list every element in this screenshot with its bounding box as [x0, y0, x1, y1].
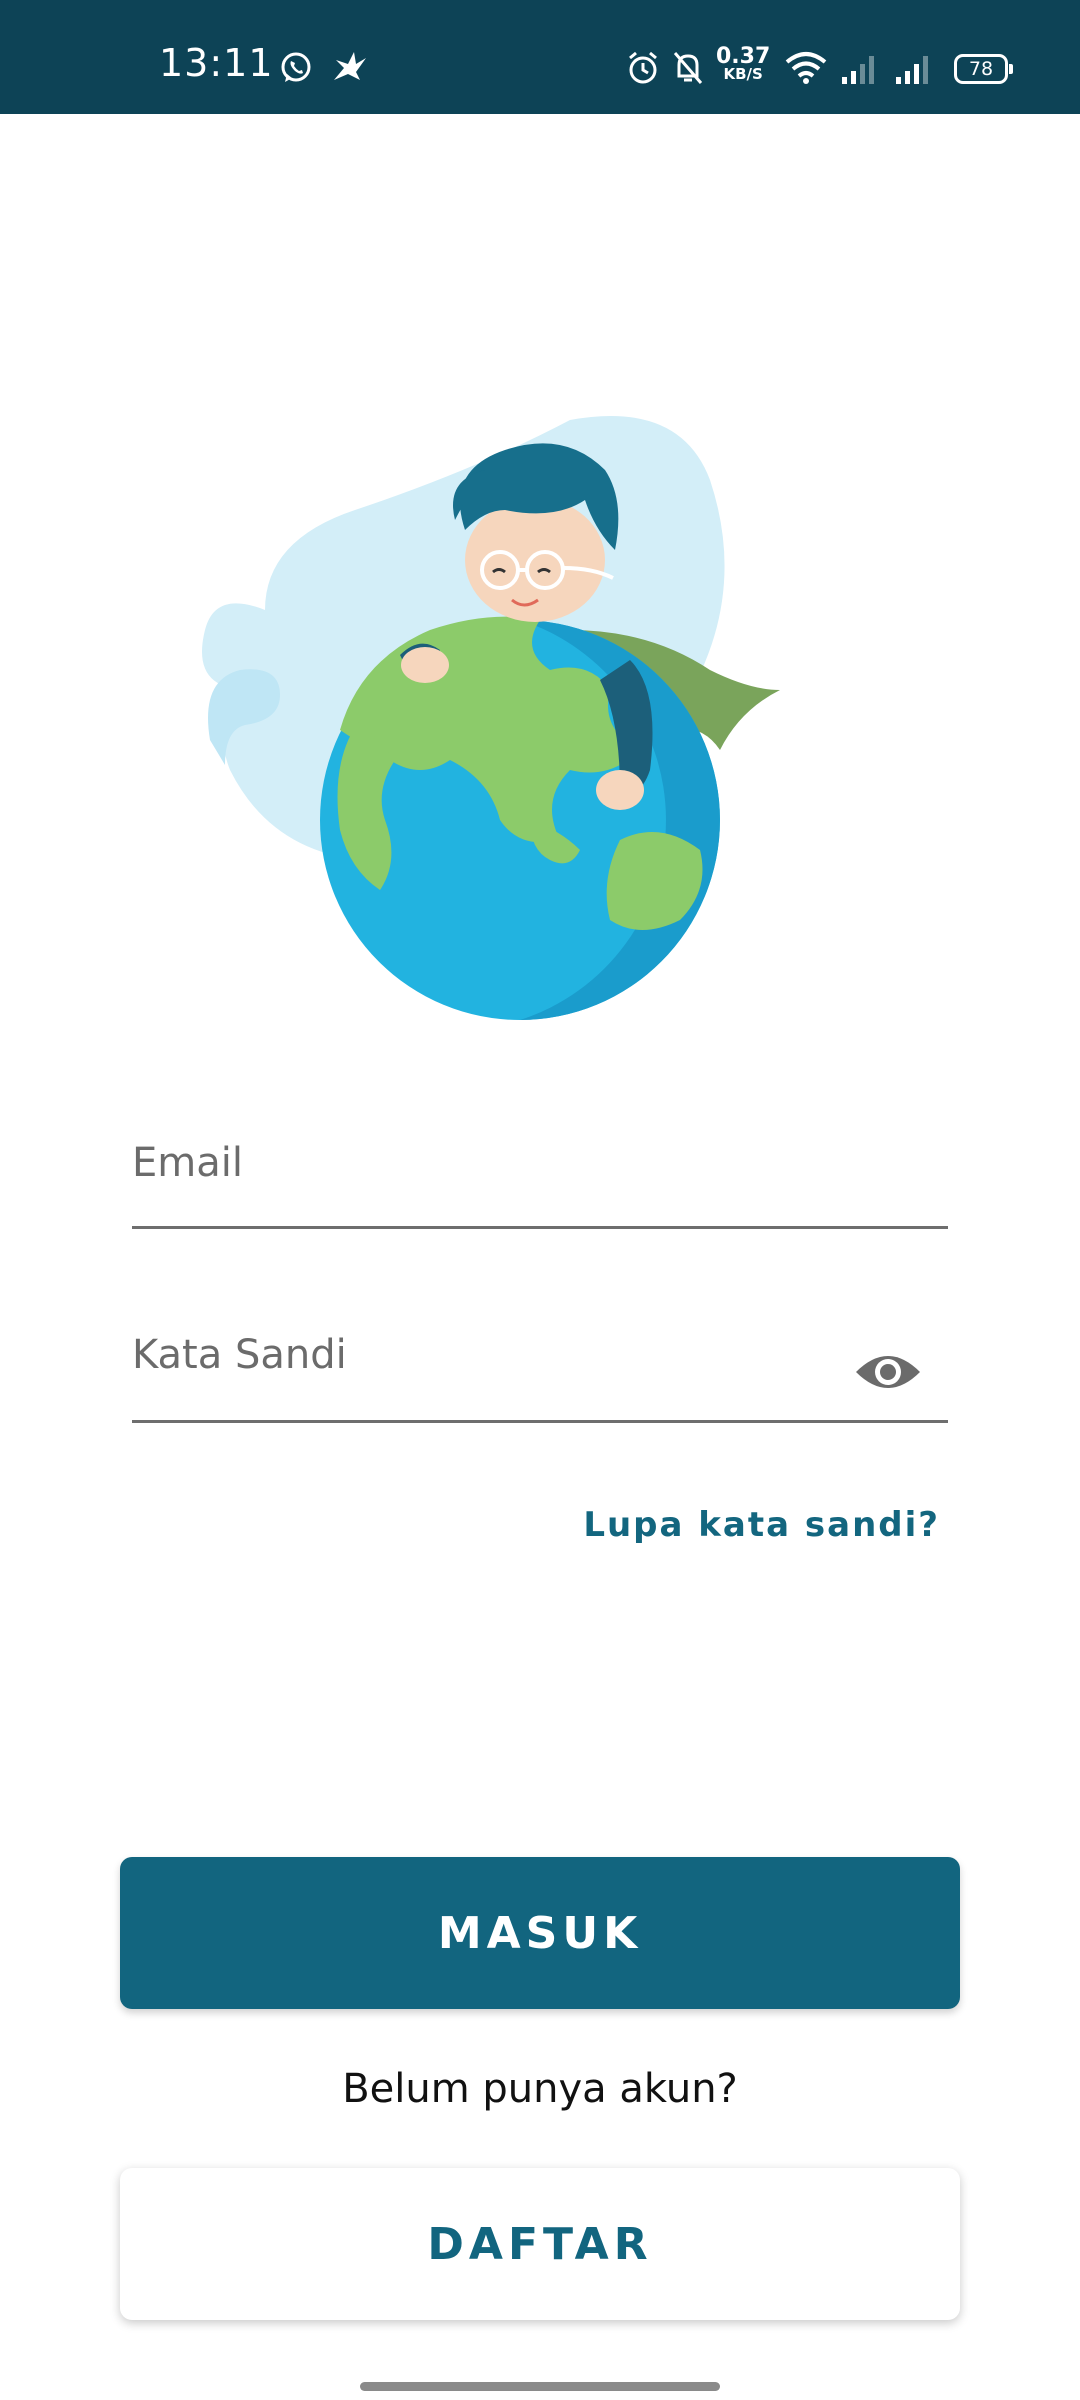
network-speed: 0.37 KB/S: [716, 46, 770, 83]
alarm-icon: [629, 51, 657, 84]
status-time: 13:11: [159, 41, 274, 85]
show-password-icon[interactable]: [854, 1350, 922, 1394]
status-bar: 13:11 0.37 KB/S 78: [0, 0, 1080, 114]
hero-illustration: [202, 416, 780, 1020]
whatsapp-icon: [281, 52, 311, 82]
forgot-password-link[interactable]: Lupa kata sandi?: [560, 1505, 940, 1545]
mute-icon: [673, 52, 703, 84]
email-field[interactable]: Email: [132, 1120, 948, 1230]
password-underline: [132, 1420, 948, 1423]
password-placeholder: Kata Sandi: [132, 1332, 347, 1378]
login-button[interactable]: MASUK: [120, 1857, 960, 2009]
app-bird-icon: [334, 52, 366, 80]
wifi-icon: [785, 52, 827, 84]
network-speed-unit: KB/S: [723, 65, 763, 83]
register-button[interactable]: DAFTAR: [120, 2168, 960, 2320]
email-placeholder: Email: [132, 1140, 243, 1186]
password-field[interactable]: Kata Sandi: [132, 1320, 948, 1426]
signal-icon: [896, 56, 928, 84]
no-account-text: Belum punya akun?: [342, 2066, 738, 2112]
signal-icon: [842, 56, 874, 84]
email-underline: [132, 1226, 948, 1229]
home-indicator[interactable]: [360, 2382, 720, 2391]
battery-icon: 78: [954, 54, 1013, 84]
